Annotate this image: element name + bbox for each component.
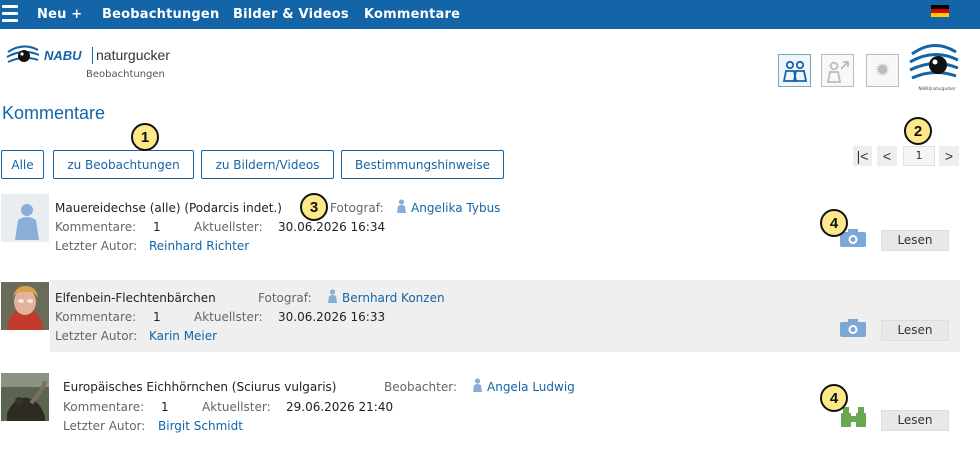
row-title[interactable]: Elfenbein-Flechtenbärchen xyxy=(55,291,216,305)
filter-bilder-videos-button[interactable]: zu Bildern/Videos xyxy=(201,150,334,179)
list-item: Mauereidechse (alle) (Podarcis indet.) F… xyxy=(0,189,960,263)
person-name: Angela Ludwig xyxy=(487,380,575,394)
row-title[interactable]: Mauereidechse (alle) (Podarcis indet.) xyxy=(55,201,282,215)
logo-naturgucker-text: naturgucker xyxy=(96,47,170,63)
row-role-label: Beobachter: xyxy=(384,380,457,394)
aktuellster-label: Aktuellster: xyxy=(194,310,263,324)
pager-next-button[interactable]: > xyxy=(939,146,959,166)
naturgucker-eye-logo xyxy=(909,44,959,80)
aktuellster-date: 30.06.2026 16:33 xyxy=(278,310,386,324)
letzter-autor-label: Letzter Autor: xyxy=(63,419,146,433)
filter-beobachtungen-button[interactable]: zu Beobachtungen xyxy=(53,150,194,179)
row-role-label: Fotograf: xyxy=(330,201,384,215)
aktuellster-date: 29.06.2026 21:40 xyxy=(286,400,394,414)
kommentare-count: 1 xyxy=(161,400,169,414)
logo-divider xyxy=(92,47,93,64)
eye-logo-icon xyxy=(6,45,40,63)
kommentare-count: 1 xyxy=(153,220,161,234)
logo-nabu-text: NABU xyxy=(44,48,82,63)
profile-button[interactable] xyxy=(821,54,854,87)
row-title[interactable]: Europäisches Eichhörnchen (Sciurus vulga… xyxy=(63,380,336,394)
row-person-link[interactable]: Bernhard Konzen xyxy=(327,289,445,305)
letzter-autor-link[interactable]: Karin Meier xyxy=(149,329,217,343)
nav-neu[interactable]: Neu + xyxy=(37,7,82,22)
settings-button[interactable]: ✹ xyxy=(866,54,899,87)
menu-icon[interactable] xyxy=(2,5,18,23)
nav-beobachtungen[interactable]: Beobachtungen xyxy=(102,7,219,22)
page-title: Kommentare xyxy=(2,103,106,123)
letzter-autor-link[interactable]: Birgit Schmidt xyxy=(158,419,243,433)
annotation-marker-1: 1 xyxy=(131,123,159,151)
logo-subtitle: Beobachtungen xyxy=(86,69,165,80)
person-icon xyxy=(473,378,482,392)
user-photo[interactable] xyxy=(1,282,49,330)
letzter-autor-label: Letzter Autor: xyxy=(55,239,138,253)
pager-current-page[interactable]: 1 xyxy=(903,146,935,166)
kommentare-label: Kommentare: xyxy=(63,400,145,414)
filter-bestimmungshinweise-button[interactable]: Bestimmungshinweise xyxy=(341,150,504,179)
lesen-button[interactable]: Lesen xyxy=(881,410,949,431)
list-item: Elfenbein-Flechtenbärchen Fotograf: Bern… xyxy=(50,280,960,352)
person-arrow-icon xyxy=(826,60,849,83)
german-flag-icon[interactable] xyxy=(931,5,949,17)
letzter-autor-link[interactable]: Reinhard Richter xyxy=(149,239,249,253)
aktuellster-label: Aktuellster: xyxy=(202,400,271,414)
nabu-logo[interactable]: NABU naturgucker Beobachtungen xyxy=(6,40,176,84)
person-icon xyxy=(397,199,406,213)
avatar-placeholder xyxy=(1,194,49,242)
kommentare-label: Kommentare: xyxy=(55,220,137,234)
observation-photo[interactable] xyxy=(1,373,49,421)
annotation-marker-4-second: 4 xyxy=(820,384,848,412)
row-person-link[interactable]: Angelika Tybus xyxy=(396,199,500,215)
list-item: Europäisches Eichhörnchen (Sciurus vulga… xyxy=(0,370,960,440)
filter-alle-button[interactable]: Alle xyxy=(1,150,44,179)
annotation-marker-4: 4 xyxy=(820,209,848,237)
aktuellster-date: 30.06.2026 16:34 xyxy=(278,220,386,234)
community-button[interactable] xyxy=(778,54,811,87)
aktuellster-label: Aktuellster: xyxy=(194,220,263,234)
kommentare-count: 1 xyxy=(153,310,161,324)
nav-kommentare[interactable]: Kommentare xyxy=(364,7,460,22)
person-name: Angelika Tybus xyxy=(411,201,501,215)
gear-icon: ✹ xyxy=(874,59,891,81)
top-nav-bar: Neu + Beobachtungen Bilder & Videos Komm… xyxy=(0,0,980,29)
row-person-link[interactable]: Angela Ludwig xyxy=(472,378,575,394)
person-icon xyxy=(328,289,337,303)
pager-first-button[interactable]: |< xyxy=(853,146,872,166)
binoculars-icon xyxy=(841,407,866,427)
lesen-button[interactable]: Lesen xyxy=(881,320,949,341)
letzter-autor-label: Letzter Autor: xyxy=(55,329,138,343)
annotation-marker-2: 2 xyxy=(904,117,932,145)
people-icon xyxy=(782,60,807,82)
kommentare-label: Kommentare: xyxy=(55,310,137,324)
pager-prev-button[interactable]: < xyxy=(877,146,897,166)
lesen-button[interactable]: Lesen xyxy=(881,230,949,251)
person-name: Bernhard Konzen xyxy=(342,291,445,305)
camera-icon xyxy=(840,319,866,337)
annotation-marker-3: 3 xyxy=(300,193,328,221)
nav-bilder-videos[interactable]: Bilder & Videos xyxy=(233,7,349,22)
eye-logo-caption: NABU|naturgucker xyxy=(918,86,956,91)
row-role-label: Fotograf: xyxy=(258,291,312,305)
